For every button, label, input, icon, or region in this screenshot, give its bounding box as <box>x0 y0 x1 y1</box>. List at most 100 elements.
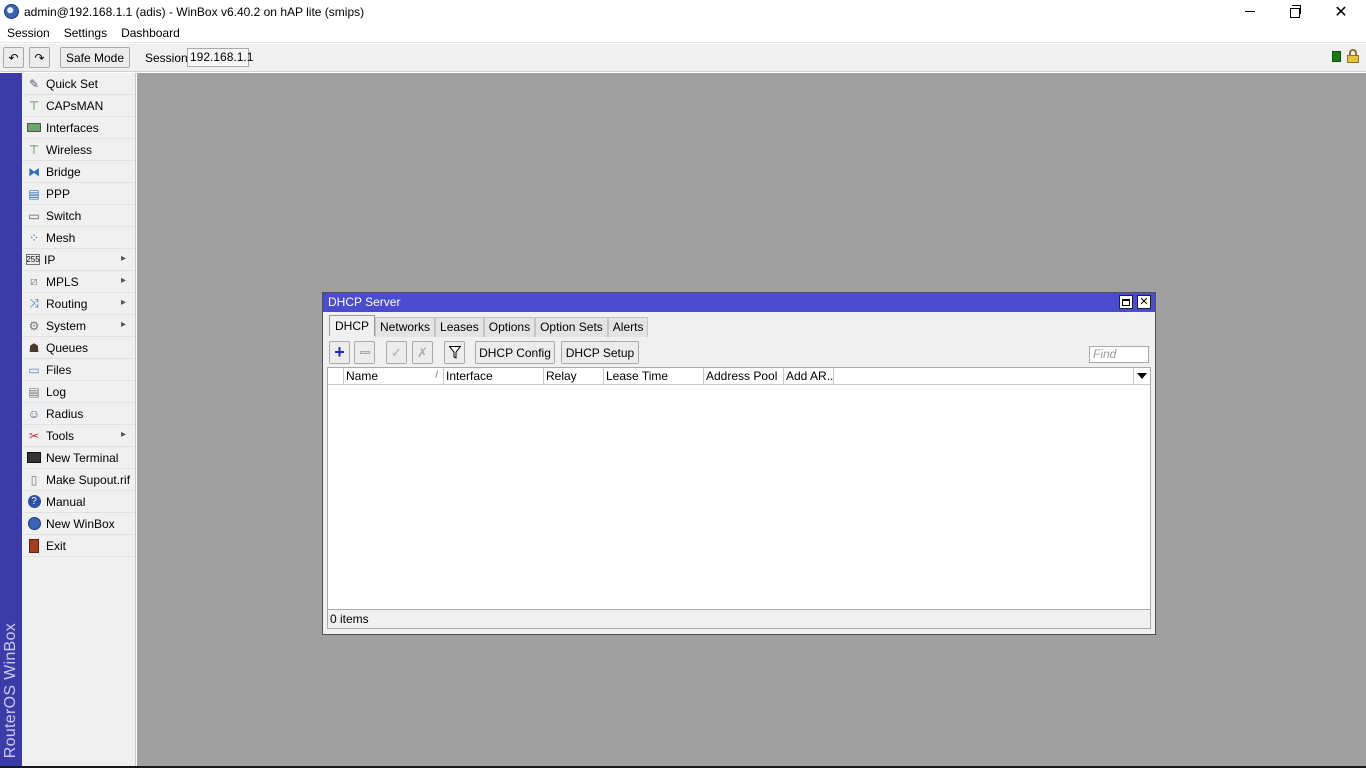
session-label: Session: <box>145 51 192 65</box>
session-field[interactable]: 192.168.1.1 <box>187 48 253 67</box>
sidebar-item-interfaces[interactable]: Interfaces <box>22 117 135 139</box>
dialog-close-button[interactable]: ✕ <box>1137 295 1151 309</box>
sidebar-item-ip[interactable]: 255 IP ▸ <box>22 249 135 271</box>
column-header-add-arp[interactable]: Add AR... <box>784 368 834 385</box>
title-bar: admin@192.168.1.1 (adis) - WinBox v6.40.… <box>0 0 1366 23</box>
tab-leases[interactable]: Leases <box>435 317 484 337</box>
column-header-interface[interactable]: Interface <box>444 368 544 385</box>
sidebar-item-ppp[interactable]: ▤ PPP <box>22 183 135 205</box>
x-icon: ✗ <box>417 344 428 360</box>
sidebar-item-new-winbox[interactable]: New WinBox <box>22 513 135 535</box>
close-button[interactable]: ✕ <box>1318 0 1364 23</box>
restore-button[interactable] <box>1272 0 1318 23</box>
plus-icon: + <box>334 342 345 362</box>
undo-button[interactable]: ↶ <box>3 47 24 68</box>
winbox-app-icon <box>4 4 19 19</box>
window-title: admin@192.168.1.1 (adis) - WinBox v6.40.… <box>24 4 365 19</box>
terminal-icon <box>26 450 42 466</box>
sidebar-item-label: Tools <box>46 428 75 443</box>
submenu-arrow-icon: ▸ <box>120 319 126 330</box>
column-header-name[interactable]: Name <box>344 368 444 385</box>
capsman-icon: ⊤ <box>28 98 40 113</box>
submenu-arrow-icon: ▸ <box>120 253 126 264</box>
filter-icon <box>448 346 461 359</box>
close-icon: ✕ <box>1139 295 1149 308</box>
sidebar-item-label: New Terminal <box>46 450 119 465</box>
find-input[interactable]: Find <box>1089 346 1149 363</box>
dialog-titlebar[interactable]: DHCP Server ✕ <box>323 293 1155 312</box>
brand-strip: RouterOS WinBox <box>0 73 22 766</box>
column-header-relay[interactable]: Relay <box>544 368 604 385</box>
sidebar-item-switch[interactable]: ▭ Switch <box>22 205 135 227</box>
tab-networks[interactable]: Networks <box>375 317 436 337</box>
log-icon: ▤ <box>28 384 40 399</box>
sidebar-item-label: Interfaces <box>46 120 99 135</box>
sidebar-item-label: CAPsMAN <box>46 98 104 113</box>
sidebar-item-label: Bridge <box>46 164 81 179</box>
sidebar-item-wireless[interactable]: ⊤ Wireless <box>22 139 135 161</box>
sidebar-item-label: Radius <box>46 406 84 421</box>
sidebar-item-new-terminal[interactable]: New Terminal <box>22 447 135 469</box>
submenu-arrow-icon: ▸ <box>120 275 126 286</box>
ip-icon: 255 <box>26 254 40 265</box>
sidebar-item-routing[interactable]: ⤨ Routing ▸ <box>22 293 135 315</box>
remove-button[interactable] <box>354 341 375 364</box>
restore-icon <box>1290 4 1301 18</box>
supout-icon: ▯ <box>30 472 38 487</box>
maximize-icon <box>1122 298 1130 306</box>
menu-dashboard[interactable]: Dashboard <box>114 23 187 43</box>
column-header-lease-time[interactable]: Lease Time <box>604 368 704 385</box>
files-icon: ▭ <box>28 362 40 377</box>
main-toolbar: ↶ ↷ Safe Mode Session: 192.168.1.1 <box>0 44 1366 72</box>
sidebar-item-radius[interactable]: ☺ Radius <box>22 403 135 425</box>
sidebar-item-make-supout[interactable]: ▯ Make Supout.rif <box>22 469 135 491</box>
column-header-flags[interactable] <box>328 368 344 385</box>
columns-dropdown-button[interactable] <box>1133 368 1150 384</box>
tab-alerts[interactable]: Alerts <box>607 317 649 337</box>
sidebar-item-label: Quick Set <box>46 76 99 91</box>
sidebar-item-label: Make Supout.rif <box>46 472 131 487</box>
dhcp-config-button[interactable]: DHCP Config <box>475 341 555 364</box>
sidebar-item-label: Files <box>46 362 72 377</box>
enable-button[interactable]: ✓ <box>386 341 407 364</box>
minimize-button[interactable] <box>1227 0 1273 23</box>
add-button[interactable]: + <box>329 341 350 364</box>
dialog-tabs: DHCP Networks Leases Options Option Sets… <box>329 315 649 337</box>
tab-option-sets[interactable]: Option Sets <box>535 317 608 337</box>
dialog-maximize-button[interactable] <box>1119 295 1133 309</box>
sidebar-item-system[interactable]: ⚙ System ▸ <box>22 315 135 337</box>
redo-button[interactable]: ↷ <box>29 47 50 68</box>
sidebar-item-capsman[interactable]: ⊤ CAPsMAN <box>22 95 135 117</box>
sidebar-item-mpls[interactable]: ⧄ MPLS ▸ <box>22 271 135 293</box>
sidebar-item-bridge[interactable]: ⧓ Bridge <box>22 161 135 183</box>
sidebar-item-queues[interactable]: ☗ Queues <box>22 337 135 359</box>
quick-set-icon: ✎ <box>28 76 40 91</box>
sidebar-item-quick-set[interactable]: ✎ Quick Set <box>22 73 135 95</box>
disable-button[interactable]: ✗ <box>412 341 433 364</box>
sidebar-item-mesh[interactable]: ⁘ Mesh <box>22 227 135 249</box>
sidebar-item-manual[interactable]: ? Manual <box>22 491 135 513</box>
menu-session[interactable]: Session <box>0 23 57 43</box>
safe-mode-button[interactable]: Safe Mode <box>60 47 130 68</box>
exit-icon <box>26 538 42 554</box>
dhcp-setup-button[interactable]: DHCP Setup <box>561 341 639 364</box>
tab-options[interactable]: Options <box>483 317 536 337</box>
sidebar-item-label: System <box>46 318 87 333</box>
sidebar-item-tools[interactable]: ✂ Tools ▸ <box>22 425 135 447</box>
submenu-arrow-icon: ▸ <box>120 429 126 440</box>
sidebar-item-files[interactable]: ▭ Files <box>22 359 135 381</box>
sidebar-item-label: IP <box>44 252 56 267</box>
tools-icon: ✂ <box>28 428 40 443</box>
menu-settings[interactable]: Settings <box>57 23 114 43</box>
minus-icon <box>359 351 370 354</box>
close-icon: ✕ <box>1334 3 1348 21</box>
column-header-address-pool[interactable]: Address Pool <box>704 368 784 385</box>
bridge-icon: ⧓ <box>28 164 40 179</box>
ppp-icon: ▤ <box>28 186 40 201</box>
filter-button[interactable] <box>444 341 465 364</box>
sidebar-item-log[interactable]: ▤ Log <box>22 381 135 403</box>
tab-dhcp[interactable]: DHCP <box>329 315 376 336</box>
minimize-icon <box>1245 11 1255 12</box>
sidebar-item-exit[interactable]: Exit <box>22 535 135 557</box>
sidebar-item-label: Exit <box>46 538 67 553</box>
